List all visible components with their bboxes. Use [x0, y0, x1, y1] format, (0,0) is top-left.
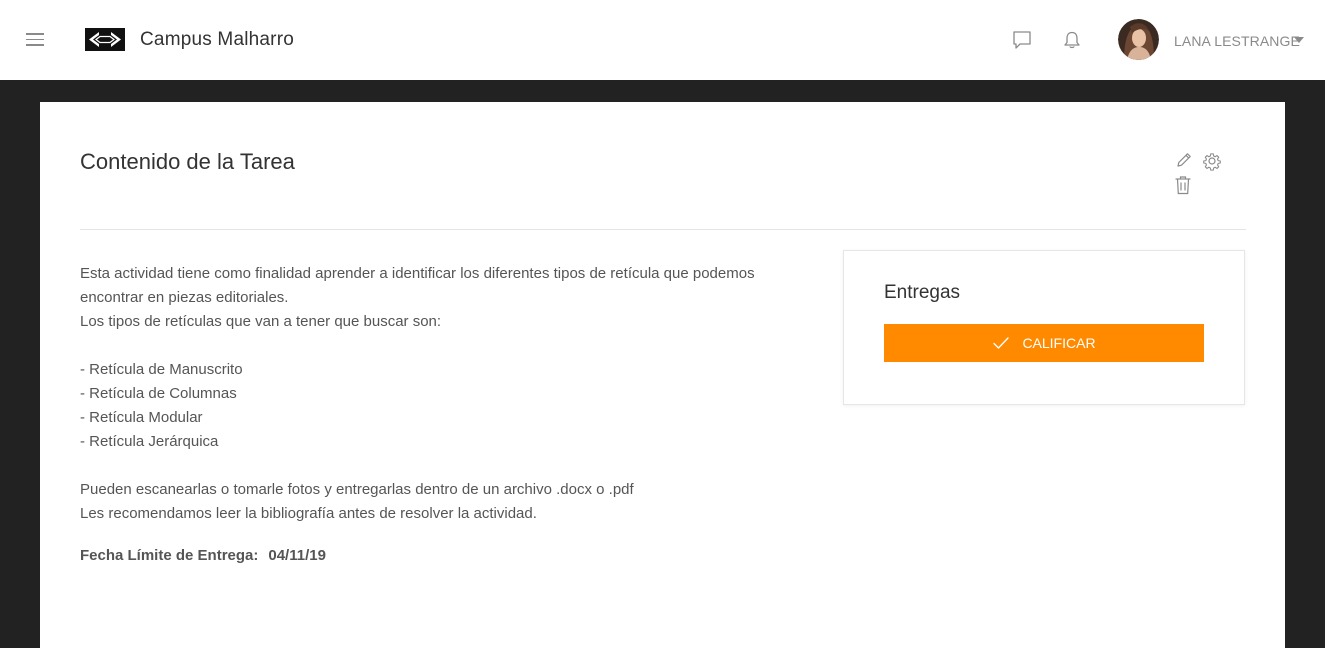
check-icon: [993, 337, 1010, 349]
title-divider: [80, 229, 1246, 230]
app-title[interactable]: Campus Malharro: [140, 29, 294, 51]
description-line: - Retícula de Columnas: [80, 385, 237, 402]
description-line: [80, 454, 820, 478]
user-name[interactable]: LANA LESTRANGE: [1174, 33, 1300, 49]
pencil-icon[interactable]: [1175, 151, 1193, 169]
page-title: Contenido de la Tarea: [80, 149, 295, 174]
description-line: Los tipos de retículas que van a tener q…: [80, 313, 442, 330]
deadline-label: Fecha Límite de Entrega:: [80, 547, 259, 564]
chat-icon[interactable]: [1012, 30, 1032, 50]
description-line: Esta actividad tiene como finalidad apre…: [80, 265, 755, 282]
top-navbar: Campus Malharro LANA LESTRANGE: [0, 0, 1325, 80]
grade-button[interactable]: CALIFICAR: [884, 324, 1204, 362]
entregas-panel: Entregas CALIFICAR: [843, 250, 1245, 405]
deadline: Fecha Límite de Entrega: 04/11/19: [80, 547, 326, 564]
task-description: Esta actividad tiene como finalidad apre…: [80, 262, 820, 526]
avatar[interactable]: [1118, 19, 1159, 60]
menu-icon[interactable]: [26, 33, 44, 47]
deadline-value: 04/11/19: [268, 547, 326, 564]
trash-icon[interactable]: [1174, 175, 1192, 195]
user-menu[interactable]: LANA LESTRANGE: [1118, 19, 1308, 61]
description-line: - Retícula Jerárquica: [80, 433, 219, 450]
description-line: - Retícula Modular: [80, 409, 203, 426]
task-content-card: Contenido de la Tarea Esta actividad tie…: [40, 102, 1285, 648]
campus-logo[interactable]: [85, 28, 125, 51]
description-line: [80, 334, 820, 358]
description-line: encontrar en piezas editoriales.: [80, 289, 289, 306]
grade-button-label: CALIFICAR: [1022, 335, 1096, 351]
entregas-title: Entregas: [884, 282, 961, 303]
description-line: Les recomendamos leer la bibliografía an…: [80, 505, 537, 522]
description-line: - Retícula de Manuscrito: [80, 361, 243, 378]
bell-icon[interactable]: [1062, 30, 1082, 50]
gear-icon[interactable]: [1202, 151, 1222, 171]
description-line: Pueden escanearlas o tomarle fotos y ent…: [80, 481, 634, 498]
caret-down-icon[interactable]: [1294, 37, 1304, 43]
